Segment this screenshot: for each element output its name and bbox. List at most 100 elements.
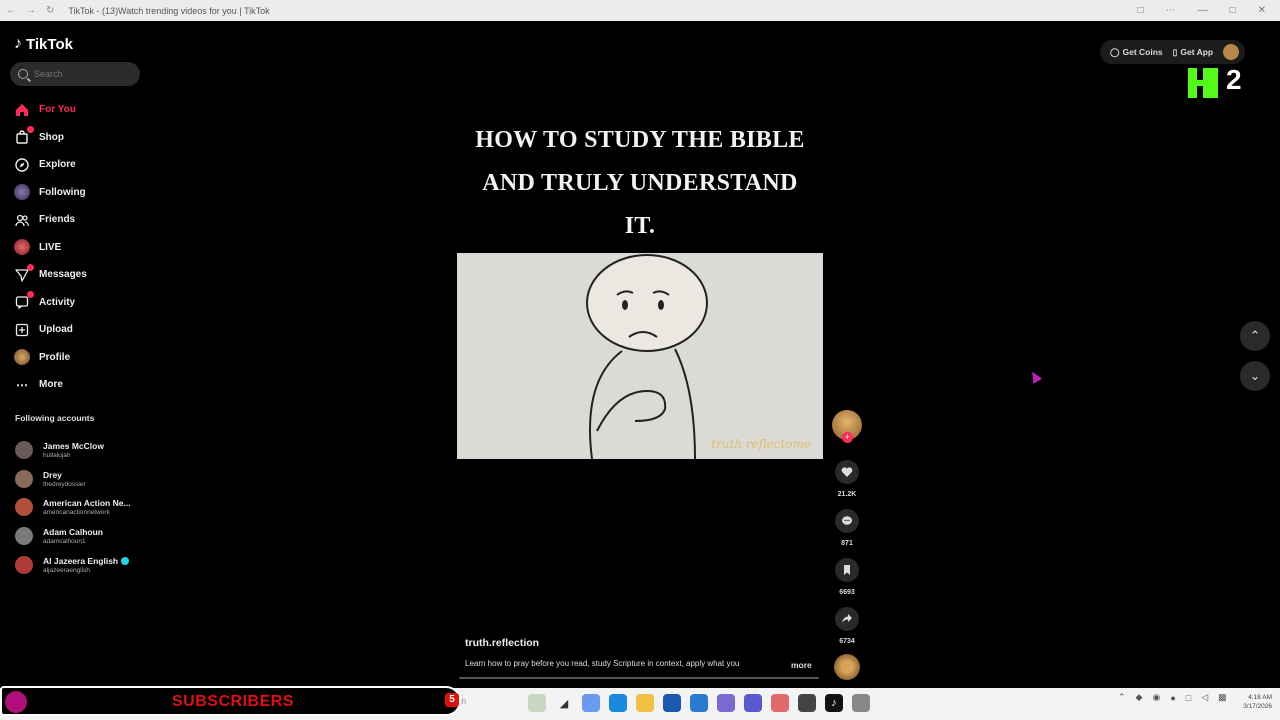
avatar	[15, 441, 33, 460]
volume-icon[interactable]: ◁	[1201, 692, 1208, 703]
folder-icon[interactable]	[636, 694, 654, 712]
following-accounts-title: Following accounts	[15, 413, 95, 423]
browser-menu-icon[interactable]: ⋯	[1166, 5, 1176, 16]
nav-activity[interactable]: Activity	[14, 289, 87, 317]
network-icon[interactable]: ◆	[1136, 692, 1143, 703]
tiktok-logo[interactable]: ♪ TikTok	[14, 35, 73, 53]
nav-for-you[interactable]: For You	[14, 96, 87, 124]
chrome-icon[interactable]	[798, 694, 816, 712]
taskbar-clock[interactable]: 4:18 AM 3/17/2026	[1228, 693, 1272, 711]
nav-label: Following	[39, 186, 86, 198]
back-icon[interactable]: ←	[6, 5, 16, 16]
settings-gear-icon[interactable]	[852, 694, 870, 712]
account-handle: thedreydossier	[43, 480, 86, 488]
creator-username[interactable]: truth.reflection	[465, 637, 539, 649]
minimize-icon[interactable]: —	[1198, 5, 1208, 16]
nav-live[interactable]: LIVE	[14, 234, 87, 262]
nav-following[interactable]: Following	[14, 179, 87, 207]
follow-plus-icon[interactable]: +	[842, 432, 853, 443]
caption-more-link[interactable]: more	[791, 660, 812, 670]
file-explorer-icon[interactable]: ◢	[555, 694, 573, 712]
phone-icon: ▯	[1172, 46, 1178, 57]
reload-icon[interactable]: ↻	[46, 5, 54, 16]
outlook-icon[interactable]	[690, 694, 708, 712]
upload-icon	[14, 322, 30, 338]
nav-label: Shop	[39, 131, 64, 143]
tray-expand-icon[interactable]: ⌃	[1118, 692, 1126, 703]
avatar	[14, 349, 30, 366]
edge-browser-icon[interactable]	[609, 694, 627, 712]
user-avatar[interactable]	[1223, 44, 1240, 60]
following-account[interactable]: Al Jazeera English aljazeeraenglish	[15, 550, 131, 579]
nav-friends[interactable]: Friends	[14, 206, 87, 234]
tiktok-app-icon[interactable]: ♪	[825, 694, 843, 712]
get-coins-label: Get Coins	[1122, 47, 1163, 57]
following-accounts-list: James McClow hullalujah Drey thedreydoss…	[15, 436, 131, 579]
nav-list: For You Shop Explore Following Friends L…	[14, 96, 87, 399]
copilot-icon[interactable]	[582, 694, 600, 712]
search-bar[interactable]	[10, 62, 140, 86]
notification-dot	[27, 126, 34, 134]
previous-video-button[interactable]: ⌃	[1240, 321, 1270, 351]
avatar	[15, 469, 33, 488]
close-icon[interactable]: ✕	[1258, 5, 1266, 16]
next-video-button[interactable]: ⌄	[1240, 361, 1270, 391]
keyboard-icon[interactable]: ▩	[1218, 692, 1227, 703]
nav-messages[interactable]: Messages	[14, 261, 87, 289]
store-icon[interactable]	[663, 694, 681, 712]
window-controls: □ ⋯ — □ ✕	[1138, 5, 1280, 16]
tiktok-note-icon: ♪	[14, 35, 22, 52]
like-count: 21.2K	[837, 491, 857, 498]
following-account[interactable]: Drey thedreydossier	[15, 465, 131, 494]
teams-icon[interactable]	[717, 694, 735, 712]
video-progress-bar[interactable]	[459, 677, 819, 679]
opera-icon[interactable]	[771, 694, 789, 712]
forward-icon[interactable]: →	[26, 5, 36, 16]
widget-app-icon[interactable]	[528, 694, 546, 712]
chevron-down-icon: ⌄	[1249, 368, 1261, 383]
avatar	[14, 239, 30, 256]
compass-icon	[14, 157, 30, 173]
account-name-text: Al Jazeera English	[43, 555, 119, 566]
live-icon	[14, 239, 30, 256]
share-icon	[842, 614, 852, 623]
nav-label: Activity	[39, 296, 76, 308]
display-icon[interactable]: □	[1186, 693, 1191, 703]
following-account[interactable]: American Action Ne... americanactionnetw…	[15, 493, 131, 522]
music-disc-icon[interactable]	[834, 654, 860, 680]
account-name: James McClow	[43, 441, 104, 452]
kick-count: 2	[1226, 64, 1242, 95]
search-icon	[18, 69, 28, 79]
video-player[interactable]: HOW TO STUDY THE BIBLE AND TRULY UNDERST…	[457, 21, 823, 686]
nav-label: Messages	[39, 269, 87, 281]
like-button[interactable]	[835, 460, 859, 484]
nav-more[interactable]: ⋯ More	[14, 371, 87, 399]
nav-label: For You	[39, 104, 76, 116]
friends-icon	[14, 212, 30, 228]
window-layout-icon[interactable]: □	[1138, 5, 1144, 16]
maximize-icon[interactable]: □	[1230, 5, 1236, 16]
clock-time: 4:18 AM	[1248, 694, 1272, 701]
nav-profile[interactable]: Profile	[14, 344, 87, 372]
nav-explore[interactable]: Explore	[14, 151, 87, 179]
save-button[interactable]	[835, 558, 859, 582]
account-name: American Action Ne...	[43, 498, 131, 509]
share-button[interactable]	[835, 607, 859, 631]
kick-logo-icon	[1188, 68, 1218, 98]
get-app-button[interactable]: ▯ Get App	[1173, 47, 1213, 58]
search-input[interactable]	[34, 69, 134, 79]
following-account[interactable]: James McClow hullalujah	[15, 436, 131, 465]
save-count: 6693	[839, 589, 855, 596]
nav-upload[interactable]: Upload	[14, 316, 87, 344]
account-handle: aljazeeraenglish	[43, 566, 90, 574]
nav-shop[interactable]: Shop	[14, 124, 87, 152]
heart-icon	[841, 467, 853, 477]
discord-icon[interactable]	[744, 694, 762, 712]
more-dots-icon: ⋯	[16, 377, 28, 392]
following-account[interactable]: Adam Calhoun adamcalhoun1	[15, 522, 131, 551]
get-coins-button[interactable]: ◯ Get Coins	[1110, 47, 1163, 58]
comment-button[interactable]	[835, 509, 859, 533]
notification-dot	[27, 291, 34, 299]
mic-icon[interactable]: ●	[1170, 693, 1175, 703]
wifi-icon[interactable]: ◉	[1152, 692, 1160, 703]
